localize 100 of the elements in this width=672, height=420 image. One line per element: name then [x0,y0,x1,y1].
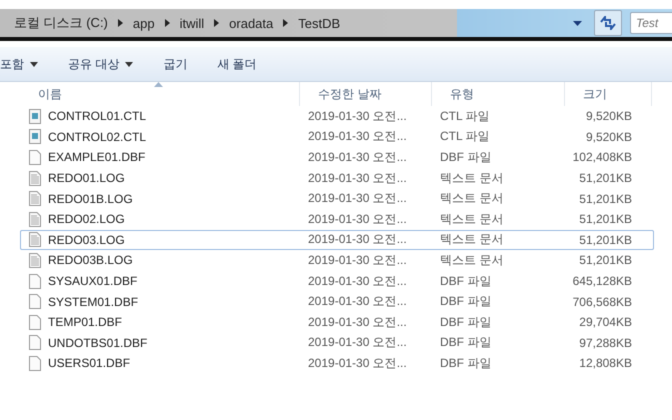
dropdown-caret-icon[interactable] [573,20,582,26]
blank-file-icon [29,274,41,289]
modified-date: 2019-01-30 오전... [307,108,408,125]
file-name: REDO02.LOG [48,212,125,226]
file-name: REDO01B.LOG [48,192,133,206]
file-name: CONTROL02.CTL [48,130,146,144]
file-row[interactable]: USERS01.DBF 2019-01-30 오전... DBF 파일 12,808KB [20,353,654,374]
chevron-icon [214,19,220,27]
breadcrumb-item[interactable]: oradata [229,16,274,30]
file-row[interactable]: REDO01B.LOG 2019-01-30 오전... 텍스트 문서 51,201KB [20,188,654,209]
file-row[interactable]: REDO01.LOG 2019-01-30 오전... 텍스트 문서 51,201KB [20,168,654,188]
file-size: 9,520KB [584,130,632,144]
breadcrumb-item[interactable]: app [132,16,155,30]
breadcrumb-item[interactable]: TestDB [298,16,340,30]
file-type: 텍스트 문서 [439,190,504,208]
file-name: TEMP01.DBF [48,315,122,330]
column-header[interactable]: 수정한 날짜 [300,82,432,106]
sort-arrow-icon [154,82,163,87]
file-size: 12,808KB [578,356,632,370]
file-name: EXAMPLE01.DBF [48,150,146,164]
file-size: 51,201KB [578,212,632,226]
config-file-icon [29,108,41,124]
file-size: 51,201KB [578,253,632,268]
modified-date: 2019-01-30 오전... [307,354,408,372]
file-row[interactable]: CONTROL02.CTL 2019-01-30 오전... CTL 파일 9,520KB [20,126,654,148]
file-type: 텍스트 문서 [439,231,504,248]
chevron-icon [118,19,123,27]
text-file-icon [29,232,41,248]
file-size: 51,201KB [578,192,632,206]
file-name: REDO03.LOG [48,232,125,247]
file-row[interactable]: REDO03B.LOG 2019-01-30 오전... 텍스트 문서 51,201KB [20,250,654,271]
blank-file-icon [29,314,41,330]
text-file-icon [29,212,41,227]
column-header[interactable]: 이름 [20,82,300,106]
modified-date: 2019-01-30 오전... [307,190,408,208]
blank-file-icon [29,356,41,371]
file-type: DBF 파일 [439,314,492,331]
blank-file-icon [29,150,41,165]
caret-icon [30,62,38,66]
breadcrumb-item[interactable]: itwill [180,16,204,30]
text-file-icon [29,191,41,206]
modified-date: 2019-01-30 오전... [307,128,408,146]
file-row[interactable]: UNDOTBS01.DBF 2019-01-30 오전... DBF 파일 97,288KB [20,332,654,354]
file-row[interactable]: SYSTEM01.DBF 2019-01-30 오전... DBF 파일 706,568KB [20,291,654,312]
file-name: USERS01.DBF [48,356,130,370]
file-row[interactable]: CONTROL01.CTL 2019-01-30 오전... CTL 파일 9,520KB [20,106,654,127]
modified-date: 2019-01-30 오전... [307,148,408,166]
file-name: SYSTEM01.DBF [48,294,138,309]
file-type: 텍스트 문서 [439,170,504,187]
file-size: 706,568KB [572,294,632,309]
file-size: 51,201KB [578,232,632,247]
modified-date: 2019-01-30 오전... [307,170,408,187]
modified-date: 2019-01-30 오전... [307,293,408,310]
file-size: 29,704KB [578,315,632,330]
refresh-arrows-icon [600,16,616,30]
modified-date: 2019-01-30 오전... [307,314,408,331]
toolbar-button[interactable]: 포함 [0,54,42,74]
file-row[interactable]: REDO03.LOG 2019-01-30 오전... 텍스트 문서 51,201KB [20,230,654,250]
file-size: 645,128KB [572,274,632,288]
file-type: CTL 파일 [439,108,491,125]
column-header[interactable]: 유형 [432,82,565,106]
toolbar-button[interactable]: 공유 대상 [64,54,138,74]
file-type: DBF 파일 [439,148,492,166]
toolbar-button[interactable]: 굽기 [159,54,192,74]
modified-date: 2019-01-30 오전... [307,252,408,269]
file-type: CTL 파일 [439,128,491,146]
file-type: 텍스트 문서 [439,210,504,228]
file-name: UNDOTBS01.DBF [48,336,148,350]
address-bar[interactable]: 로컬 디스크 (C:) app itwill oradata TestDB [0,9,573,37]
file-row[interactable]: TEMP01.DBF 2019-01-30 오전... DBF 파일 29,704KB [20,312,654,333]
modified-date: 2019-01-30 오전... [307,272,408,290]
file-type: DBF 파일 [439,354,492,372]
file-row[interactable]: REDO02.LOG 2019-01-30 오전... 텍스트 문서 51,201KB [20,208,654,230]
file-size: 9,520KB [584,109,632,124]
blank-file-icon [29,294,41,310]
search-field[interactable]: Test [630,12,672,34]
caret-icon [125,62,134,66]
config-file-icon [29,129,41,144]
file-name: CONTROL01.CTL [48,109,146,124]
file-row[interactable]: EXAMPLE01.DBF 2019-01-30 오전... DBF 파일 102,408KB [20,147,654,168]
file-row[interactable]: SYSAUX01.DBF 2019-01-30 오전... DBF 파일 645,128KB [20,270,654,292]
text-file-icon [29,170,41,186]
blank-file-icon [29,335,41,350]
file-size: 51,201KB [578,171,632,186]
breadcrumb-item[interactable]: 로컬 디스크 (C:) [14,14,108,32]
column-header[interactable]: 크기 [565,82,652,106]
chevron-icon [164,19,170,27]
refresh-button[interactable] [594,10,622,36]
file-type: DBF 파일 [439,334,492,352]
file-type: 텍스트 문서 [439,252,504,269]
text-file-icon [29,252,41,268]
file-name: REDO03B.LOG [48,253,133,268]
modified-date: 2019-01-30 오전... [307,231,408,248]
file-size: 102,408KB [572,150,632,164]
file-name: REDO01.LOG [48,171,125,186]
chevron-icon [283,19,288,27]
modified-date: 2019-01-30 오전... [307,334,408,352]
file-type: DBF 파일 [439,293,492,310]
toolbar-button[interactable]: 새 폴더 [213,54,261,74]
file-size: 97,288KB [578,336,632,350]
